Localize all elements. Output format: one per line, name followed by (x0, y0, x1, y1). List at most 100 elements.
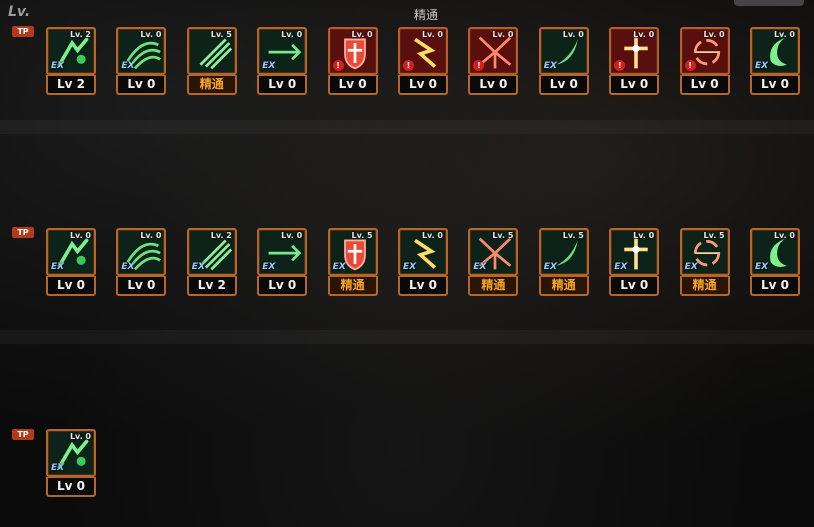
ex-badge: EX (332, 262, 346, 272)
skill-slot[interactable]: Lv. 5 精通 (186, 27, 237, 97)
skill-slot[interactable]: Lv. 0 EX Lv 0 (46, 228, 96, 298)
skill-slot[interactable]: Lv. 0 EX Lv 0 (46, 429, 96, 499)
ex-badge: EX (51, 262, 65, 272)
skill-slot[interactable]: Lv. 5 EX 精通 (538, 228, 589, 298)
skill-icon-frame[interactable]: Lv. 0! (609, 27, 660, 75)
skill-icon-frame[interactable]: Lv. 0 EX (257, 228, 308, 276)
skill-mini-level: Lv. 0 (703, 30, 725, 39)
skill-slot[interactable]: Lv. 2 EX Lv 2 (186, 228, 237, 298)
warning-badge-icon: ! (403, 60, 414, 71)
skill-level-label: Lv 0 (327, 75, 378, 95)
skill-icon-frame[interactable]: Lv. 0! (468, 27, 519, 75)
skill-icon-frame[interactable]: Lv. 0! (327, 27, 378, 75)
skill-slot[interactable]: Lv. 5 EX 精通 (679, 228, 730, 298)
skill-level-label: Lv 0 (46, 276, 96, 296)
skill-level-label: Lv 0 (116, 75, 167, 95)
skill-icon-frame[interactable]: Lv. 0 EX (398, 228, 448, 276)
skill-mini-level: Lv. 0 (281, 30, 303, 39)
ex-badge: EX (51, 463, 65, 473)
skill-level-label: 精通 (327, 276, 378, 296)
skill-mini-level: Lv. 0 (633, 231, 655, 240)
skill-slot[interactable]: Lv. 0 EX Lv 0 (750, 27, 800, 97)
skill-icon-frame[interactable]: Lv. 5 EX (327, 228, 378, 276)
ex-badge: EX (543, 61, 557, 71)
ex-badge: EX (543, 262, 557, 272)
tp-badge: TP (12, 227, 34, 238)
page-title: 精通 (414, 8, 439, 22)
skill-level-label: Lv 0 (609, 75, 660, 95)
skill-mini-level: Lv. 0 (351, 30, 373, 39)
ex-badge: EX (121, 262, 135, 272)
skill-slot[interactable]: Lv. 0 EX Lv 0 (257, 27, 308, 97)
skill-level-label: Lv 0 (609, 276, 660, 296)
tp-badge: TP (12, 26, 34, 37)
warning-badge-icon: ! (332, 60, 344, 71)
skill-icon-frame[interactable]: Lv. 5 EX (679, 228, 730, 276)
skill-icon-frame[interactable]: Lv. 5 EX (538, 228, 589, 276)
warning-badge-icon: ! (684, 60, 696, 71)
ex-badge: EX (755, 262, 769, 272)
skill-slot[interactable]: Lv. 5 EX 精通 (468, 228, 519, 298)
skill-icon-frame[interactable]: Lv. 0 EX (116, 228, 167, 276)
skill-icon-frame[interactable]: Lv. 0 EX (46, 228, 96, 276)
ex-badge: EX (473, 262, 487, 272)
skill-slot[interactable]: Lv. 0! Lv 0 (609, 27, 660, 97)
skill-icon-frame[interactable]: Lv. 0 EX (257, 27, 308, 75)
skill-level-label: Lv 0 (538, 75, 589, 95)
skill-level-label: Lv 0 (116, 276, 167, 296)
skill-slot[interactable]: Lv. 0! Lv 0 (468, 27, 519, 97)
skill-slot[interactable]: Lv. 0 EX Lv 0 (116, 228, 167, 298)
skill-slot[interactable]: Lv. 0! Lv 0 (679, 27, 730, 97)
ex-badge: EX (51, 61, 65, 71)
skill-mini-level: Lv. 0 (633, 30, 655, 39)
ex-badge: EX (191, 262, 205, 272)
skill-level-label: Lv 0 (46, 477, 96, 497)
ex-badge: EX (262, 262, 276, 272)
ex-badge: EX (262, 61, 276, 71)
skill-icon-frame[interactable]: Lv. 0 EX (750, 27, 800, 75)
skill-row-2: Lv. 0 EX Lv 0 Lv. 0 EX Lv 0 Lv. 2 EX Lv 2 Lv. 0 EX… (46, 228, 800, 300)
skill-icon-frame[interactable]: Lv. 0 EX (46, 429, 96, 477)
skill-slot[interactable]: Lv. 5 EX 精通 (327, 228, 378, 298)
skill-slot[interactable]: Lv. 0 EX Lv 0 (116, 27, 167, 97)
skill-icon-frame[interactable]: Lv. 2 EX (186, 228, 237, 276)
skill-slot[interactable]: Lv. 2 EX Lv 2 (46, 27, 96, 97)
skill-slot[interactable]: Lv. 0 EX Lv 0 (257, 228, 308, 298)
skill-row-1: Lv. 2 EX Lv 2 Lv. 0 EX Lv 0 Lv. 5 精通 Lv. 0 EX Lv 0… (46, 27, 800, 99)
skill-level-label: 精通 (468, 276, 519, 296)
tp-badge: TP (12, 429, 34, 440)
skill-level-label: Lv 0 (398, 276, 448, 296)
skill-slot[interactable]: Lv. 0! Lv 0 (398, 27, 448, 97)
skill-icon-frame[interactable]: Lv. 0 EX (750, 228, 800, 276)
triple-slash-icon (199, 38, 232, 70)
skill-level-label: 精通 (679, 276, 730, 296)
skill-mini-level: Lv. 0 (69, 432, 91, 441)
skill-icon-frame[interactable]: Lv. 0! (398, 27, 448, 75)
skill-slot[interactable]: Lv. 0 EX Lv 0 (538, 27, 589, 97)
skill-mini-level: Lv. 0 (69, 231, 91, 240)
skill-slot[interactable]: Lv. 0 EX Lv 0 (609, 228, 660, 298)
skill-icon-frame[interactable]: Lv. 5 EX (468, 228, 519, 276)
skill-icon-frame[interactable]: Lv. 0 EX (538, 27, 589, 75)
skill-slot[interactable]: Lv. 0 EX Lv 0 (398, 228, 448, 298)
skill-icon-frame[interactable]: Lv. 0 EX (609, 228, 660, 276)
skill-icon-frame[interactable]: Lv. 2 EX (46, 27, 96, 75)
skill-level-label: Lv 2 (46, 75, 96, 95)
skill-icon-frame[interactable]: Lv. 0 EX (116, 27, 167, 75)
background-band (0, 120, 814, 134)
ex-badge: EX (614, 262, 628, 272)
skill-mini-level: Lv. 5 (351, 231, 373, 240)
lv-header-label: Lv. (8, 4, 31, 20)
skill-icon-frame[interactable]: Lv. 5 (186, 27, 237, 75)
skill-level-label: 精通 (186, 75, 237, 95)
skill-mini-level: Lv. 5 (703, 231, 725, 240)
skill-slot[interactable]: Lv. 0 EX Lv 0 (750, 228, 800, 298)
skill-icon-frame[interactable]: Lv. 0! (679, 27, 730, 75)
skill-mini-level: Lv. 0 (140, 231, 162, 240)
background-band (0, 330, 814, 344)
skill-mini-level: Lv. 0 (773, 30, 795, 39)
skill-mini-level: Lv. 0 (140, 30, 162, 39)
skill-mini-level: Lv. 0 (421, 231, 443, 240)
skill-slot[interactable]: Lv. 0! Lv 0 (327, 27, 378, 97)
ex-badge: EX (684, 262, 698, 272)
